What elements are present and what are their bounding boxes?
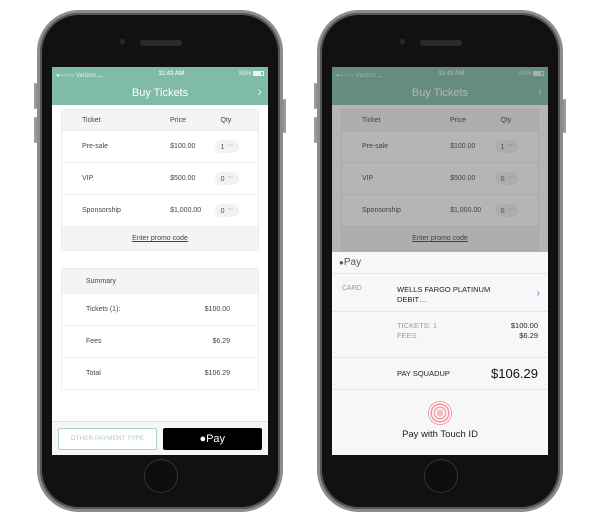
card-value-line2: DEBIT…: [397, 295, 427, 304]
fingerprint-icon: [428, 401, 452, 425]
summary-row: Tickets (1): $100.00: [62, 293, 258, 325]
fees-value: $6.29: [519, 331, 538, 340]
tickets-value: $100.00: [510, 321, 538, 330]
nav-bar: Buy Tickets ›: [52, 81, 268, 105]
card-label: CARD: [342, 285, 362, 292]
dim-overlay[interactable]: [332, 67, 548, 252]
battery-percent: 83%: [238, 71, 251, 78]
apple-icon: ●: [199, 432, 207, 445]
summary-label: Tickets (1):: [86, 306, 121, 313]
tickets-table: Ticket Price Qty Pre-sale $100.00 1 ﹀ VIP…: [61, 109, 259, 251]
ticket-row: Pre-sale $100.00 1 ﹀: [62, 130, 258, 162]
promo-code-link[interactable]: Enter promo code: [62, 226, 258, 250]
other-payment-button[interactable]: OTHER PAYMENT TYPE: [58, 427, 157, 450]
summary-row: Fees $6.29: [62, 325, 258, 357]
apple-pay-button[interactable]: ● Pay: [162, 427, 262, 450]
card-value-line1: WELLS FARGO PLATINUM: [397, 285, 491, 294]
volume-down-button: [314, 117, 317, 143]
summary-value: $6.29: [212, 338, 230, 345]
summary-value: $100.00: [204, 306, 230, 313]
qty-select[interactable]: 1 ﹀: [214, 140, 240, 153]
clock: 11:43 AM: [158, 71, 185, 77]
chevron-down-icon: ﹀: [227, 145, 234, 151]
apple-pay-header: ● Pay: [332, 252, 548, 274]
summary-label: Fees: [86, 338, 102, 345]
earpiece-speaker: [140, 40, 182, 46]
ticket-name: Pre-sale: [82, 143, 109, 150]
volume-up-button: [314, 83, 317, 109]
chevron-right-icon[interactable]: ›: [257, 83, 262, 99]
ticket-price: $500.00: [170, 175, 196, 182]
home-button[interactable]: [144, 459, 178, 493]
buy-tickets-screen: ●○○○○ Verizon ︵ 11:43 AM 83% Buy Tickets…: [52, 67, 268, 455]
power-button: [283, 99, 286, 133]
page-title: Buy Tickets: [131, 87, 189, 99]
ticket-name: VIP: [82, 175, 94, 182]
apple-pay-screen: ●○○○○ Verizon ︵ 11:43 AM 83% Buy Tickets…: [332, 67, 548, 455]
status-bar: ●○○○○ Verizon ︵ 11:43 AM 83%: [52, 67, 268, 81]
pay-total-row: PAY SQUADUP $106.29: [332, 358, 548, 390]
ticket-name: Sponsorship: [82, 207, 121, 214]
home-button[interactable]: [424, 459, 458, 493]
chevron-right-icon[interactable]: ›: [537, 288, 540, 299]
earpiece-speaker: [420, 40, 462, 46]
phone-right: ●○○○○ Verizon ︵ 11:43 AM 83% Buy Tickets…: [314, 10, 566, 512]
qty-value: 0: [220, 208, 225, 215]
qty-value: 1: [220, 144, 225, 151]
front-camera: [400, 39, 405, 44]
ticket-row: VIP $500.00 0 ﹀: [62, 162, 258, 194]
pay-amount: $106.29: [491, 366, 538, 381]
ticket-price: $1,000.00: [170, 207, 202, 214]
summary-value: $106.29: [204, 370, 230, 377]
fees-label: FEES: [397, 331, 417, 340]
front-camera: [120, 39, 125, 44]
touch-id-prompt: Pay with Touch ID: [332, 390, 548, 440]
ticket-row: Sponsorship $1,000.00 0 ﹀: [62, 194, 258, 226]
summary-row: Total $106.29: [62, 357, 258, 389]
qty-select[interactable]: 0 ﹀: [214, 204, 240, 217]
wifi-icon: ︵: [97, 72, 104, 79]
header-ticket: Ticket: [82, 116, 101, 124]
apple-pay-label: Pay: [206, 432, 226, 445]
battery-icon: [253, 70, 264, 76]
chevron-down-icon: ﹀: [227, 177, 234, 183]
volume-up-button: [34, 83, 37, 109]
power-button: [563, 99, 566, 133]
touch-id-label: Pay with Touch ID: [402, 429, 478, 440]
payment-footer: OTHER PAYMENT TYPE ● Pay: [52, 421, 268, 455]
tickets-label: TICKETS: 1: [397, 321, 438, 330]
header-qty: Qty: [220, 116, 232, 124]
header-price: Price: [170, 116, 186, 124]
chevron-down-icon: ﹀: [227, 209, 234, 215]
card-selector[interactable]: CARD WELLS FARGO PLATINUM DEBIT… ›: [332, 274, 548, 312]
apple-pay-sheet: ● Pay CARD WELLS FARGO PLATINUM DEBIT… › …: [332, 252, 548, 455]
ticket-price: $100.00: [170, 143, 196, 150]
summary-table: Summary Tickets (1): $100.00 Fees $6.29 …: [61, 268, 259, 390]
carrier: ●○○○○ Verizon: [56, 72, 96, 79]
apple-pay-title: Pay: [343, 257, 362, 268]
qty-select[interactable]: 0 ﹀: [214, 172, 240, 185]
card-value: WELLS FARGO PLATINUM DEBIT…: [397, 285, 527, 305]
qty-value: 0: [220, 176, 225, 183]
pay-merchant-label: PAY SQUADUP: [397, 369, 450, 378]
phone-left: ●○○○○ Verizon ︵ 11:43 AM 83% Buy Tickets…: [34, 10, 286, 512]
tickets-header: Ticket Price Qty: [62, 110, 258, 130]
volume-down-button: [34, 117, 37, 143]
summary-title: Summary: [62, 269, 258, 293]
totals-section: TICKETS: 1 $100.00 FEES $6.29: [332, 312, 548, 358]
summary-label: Total: [86, 370, 101, 377]
